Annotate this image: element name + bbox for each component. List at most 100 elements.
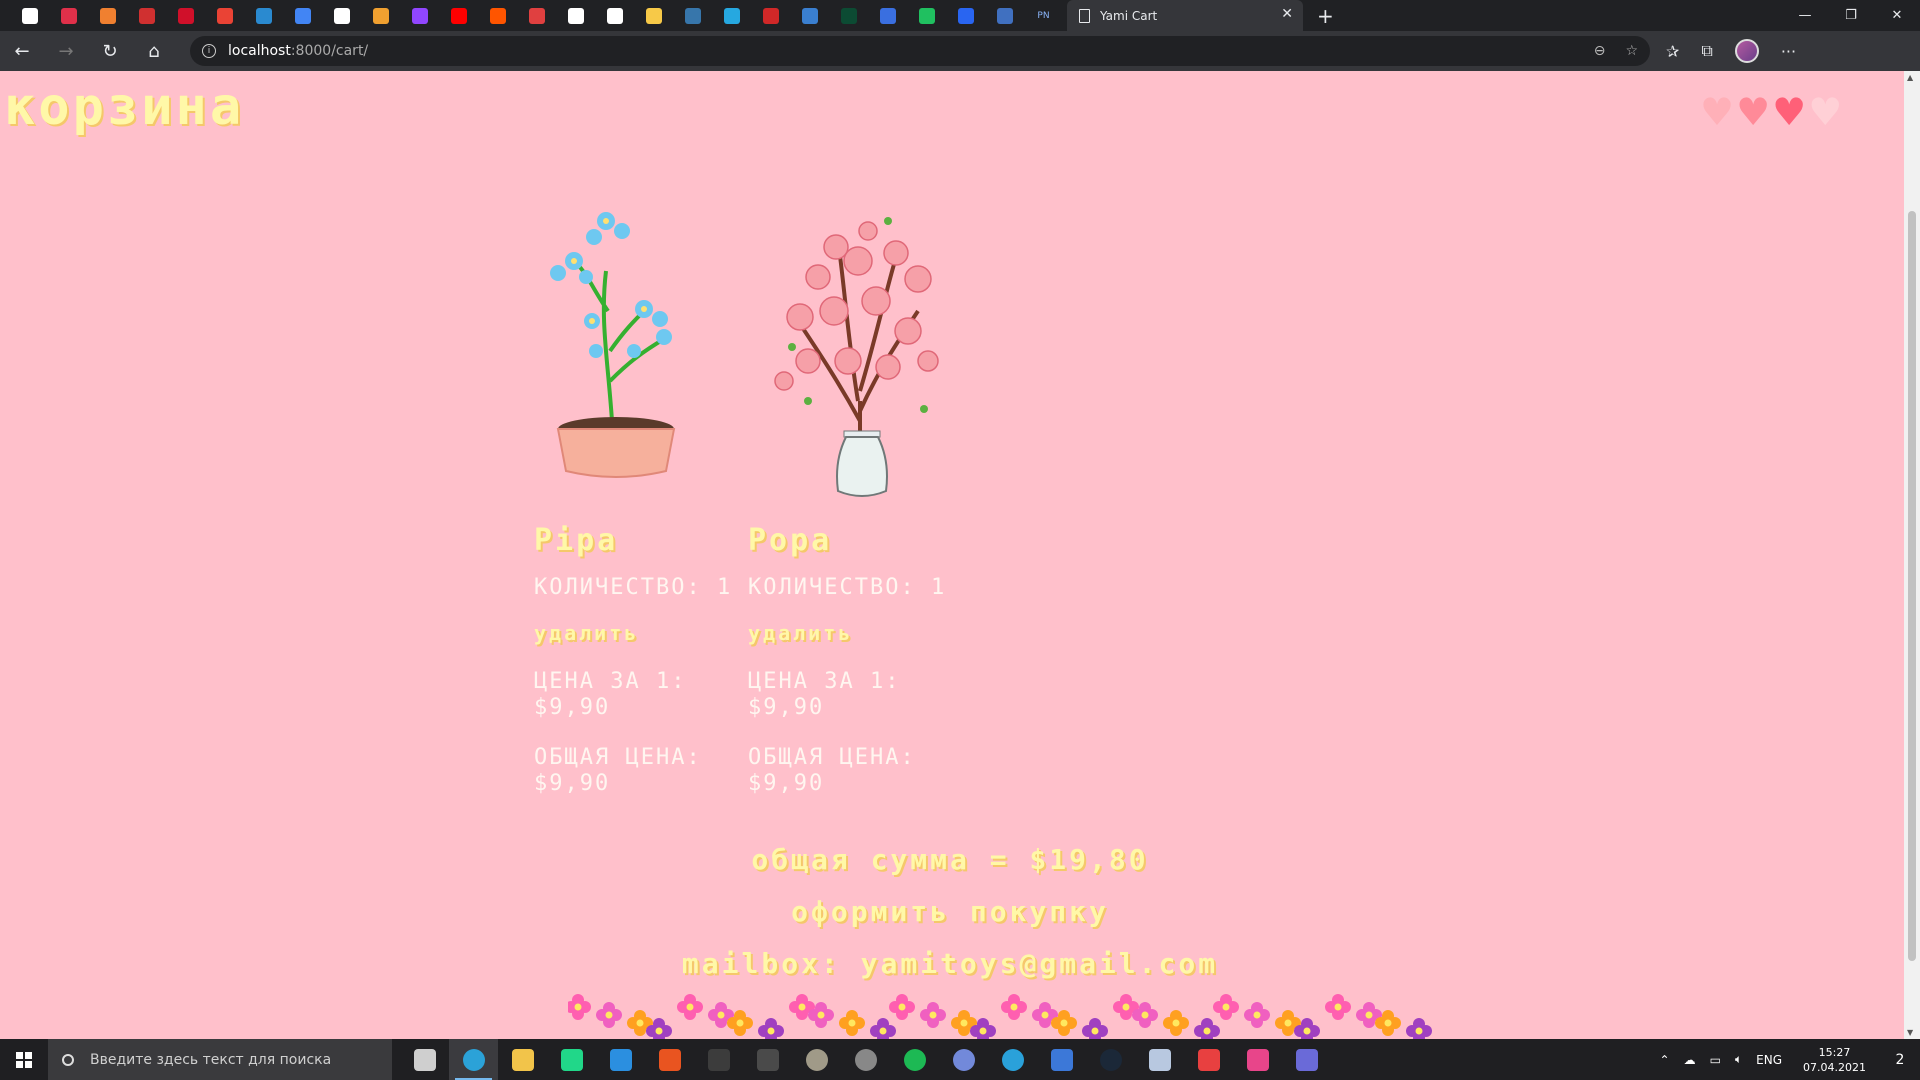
scrollbar-thumb[interactable] bbox=[1908, 211, 1916, 961]
taskbar-app-spotify[interactable] bbox=[890, 1039, 939, 1080]
page-scrollbar[interactable]: ▲ ▼ bbox=[1904, 71, 1920, 1039]
tab-icon-css[interactable] bbox=[946, 0, 985, 31]
taskbar-app-pycharm[interactable] bbox=[547, 1039, 596, 1080]
browser-toolbar: ← → ↻ ⌂ i localhost :8000/cart/ ⊖ ☆ ✰ ⧉ … bbox=[0, 31, 1920, 71]
minimize-button[interactable]: — bbox=[1782, 0, 1828, 31]
add-favorite-icon[interactable]: ☆ bbox=[1625, 43, 1638, 59]
favorites-icon[interactable]: ✰ bbox=[1666, 42, 1679, 61]
tab-icon-7[interactable] bbox=[244, 0, 283, 31]
address-bar[interactable]: i localhost :8000/cart/ ⊖ ☆ bbox=[190, 36, 1650, 66]
close-window-button[interactable]: ✕ bbox=[1874, 0, 1920, 31]
taskbar-app-hand-pointer[interactable] bbox=[1184, 1039, 1233, 1080]
chevron-up-icon[interactable]: ⌃ bbox=[1660, 1053, 1670, 1067]
tab-icon-19[interactable] bbox=[712, 0, 751, 31]
tab-yami-cart[interactable]: Yami Cart ✕ bbox=[1067, 0, 1303, 31]
tab-icon-youtube[interactable] bbox=[439, 0, 478, 31]
file-explorer-icon bbox=[511, 1048, 534, 1071]
onedrive-cloud-icon[interactable]: ☁ bbox=[1684, 1053, 1696, 1067]
tab-icon-5[interactable] bbox=[166, 0, 205, 31]
tab-icon-django[interactable] bbox=[829, 0, 868, 31]
taskbar-app-virtualbox[interactable] bbox=[1135, 1039, 1184, 1080]
language-indicator[interactable]: ENG bbox=[1756, 1053, 1782, 1067]
taskbar-search[interactable]: Введите здесь текст для поиска bbox=[48, 1039, 392, 1080]
taskbar-app-file-explorer[interactable] bbox=[498, 1039, 547, 1080]
home-button[interactable]: ⌂ bbox=[132, 31, 176, 71]
pixel-flower-icon bbox=[920, 1002, 946, 1028]
profile-avatar[interactable] bbox=[1734, 39, 1759, 63]
checkout-button[interactable]: оформить покупку bbox=[0, 895, 1900, 928]
collections-icon[interactable]: ⧉ bbox=[1701, 41, 1712, 61]
scroll-down-arrow-icon[interactable]: ▼ bbox=[1907, 1028, 1913, 1037]
tab-icon-3[interactable] bbox=[88, 0, 127, 31]
tab-icon-python-2[interactable] bbox=[673, 0, 712, 31]
scroll-up-arrow-icon[interactable]: ▲ bbox=[1907, 73, 1913, 82]
settings-menu-icon[interactable]: ··· bbox=[1781, 42, 1796, 61]
tab-icon-github[interactable] bbox=[322, 0, 361, 31]
tab-icon-1[interactable] bbox=[10, 0, 49, 31]
tab-icon-twitch[interactable] bbox=[400, 0, 439, 31]
pixel-flower-icon bbox=[758, 1018, 784, 1039]
unit-price-label: ЦЕНА ЗА 1: bbox=[534, 669, 687, 694]
tab-icon-24[interactable] bbox=[907, 0, 946, 31]
taskbar-app-ubuntu[interactable] bbox=[645, 1039, 694, 1080]
tab-icon-4[interactable] bbox=[127, 0, 166, 31]
tab-pn[interactable]: PN bbox=[1024, 0, 1063, 31]
forward-button[interactable]: → bbox=[44, 31, 88, 71]
tab-icon-5-icon bbox=[177, 7, 194, 24]
heart-icon: ♥ bbox=[1700, 90, 1735, 134]
visual-studio-installer-icon bbox=[1050, 1048, 1073, 1071]
pixel-flower-icon bbox=[1325, 994, 1351, 1020]
clock-date: 07.04.2021 bbox=[1803, 1060, 1866, 1074]
taskbar-app-vscode[interactable] bbox=[596, 1039, 645, 1080]
network-icon[interactable]: ▭ bbox=[1710, 1053, 1721, 1067]
close-tab-icon[interactable]: ✕ bbox=[1281, 6, 1293, 22]
tab-icon-20[interactable] bbox=[751, 0, 790, 31]
tab-icon-2[interactable] bbox=[49, 0, 88, 31]
unity-icon bbox=[854, 1048, 877, 1071]
new-tab-button[interactable]: + bbox=[1317, 4, 1334, 28]
tab-icon-15[interactable] bbox=[556, 0, 595, 31]
taskbar-app-calculator[interactable] bbox=[1282, 1039, 1331, 1080]
taskbar-app-gimp[interactable] bbox=[792, 1039, 841, 1080]
volume-icon[interactable]: 🔈︎ bbox=[1735, 1052, 1742, 1067]
taskbar-app-photo-app[interactable] bbox=[1233, 1039, 1282, 1080]
tab-icon-soundcloud[interactable] bbox=[478, 0, 517, 31]
back-button[interactable]: ← bbox=[0, 31, 44, 71]
windows-start-button[interactable] bbox=[0, 1039, 48, 1080]
taskbar-app-visual-studio-installer[interactable] bbox=[1037, 1039, 1086, 1080]
tab-icon-23-icon bbox=[879, 7, 896, 24]
site-info-icon[interactable]: i bbox=[202, 44, 216, 58]
tab-icon-gmail[interactable] bbox=[205, 0, 244, 31]
tab-icon-python-icon bbox=[645, 7, 662, 24]
remove-button[interactable]: удалить bbox=[748, 621, 853, 645]
tab-icon-github-icon bbox=[333, 7, 350, 24]
maximize-button[interactable]: ❐ bbox=[1828, 0, 1874, 31]
taskbar-app-terminal[interactable] bbox=[694, 1039, 743, 1080]
reload-button[interactable]: ↻ bbox=[88, 31, 132, 71]
tab-icon-26[interactable] bbox=[985, 0, 1024, 31]
tab-icon-16[interactable] bbox=[595, 0, 634, 31]
taskbar-app-powershell[interactable] bbox=[743, 1039, 792, 1080]
taskbar-app-discord[interactable] bbox=[939, 1039, 988, 1080]
window-controls: — ❐ ✕ bbox=[1782, 0, 1920, 31]
spotify-icon bbox=[903, 1048, 926, 1071]
tab-icon-23[interactable] bbox=[868, 0, 907, 31]
quantity-line: КОЛИЧЕСТВО: 1 bbox=[748, 575, 962, 601]
zoom-out-icon[interactable]: ⊖ bbox=[1594, 43, 1606, 59]
taskbar-app-task-view[interactable] bbox=[400, 1039, 449, 1080]
tab-icon-translate[interactable] bbox=[283, 0, 322, 31]
taskbar-app-unity[interactable] bbox=[841, 1039, 890, 1080]
tab-icon-1-icon bbox=[21, 7, 38, 24]
tab-icon-21[interactable] bbox=[790, 0, 829, 31]
taskbar-app-steam[interactable] bbox=[1086, 1039, 1135, 1080]
forget-me-not-plant-image bbox=[534, 161, 748, 511]
taskbar-app-telegram[interactable] bbox=[988, 1039, 1037, 1080]
remove-button[interactable]: удалить bbox=[534, 621, 639, 645]
sakura-vase-image bbox=[748, 161, 962, 511]
taskbar-app-edge[interactable] bbox=[449, 1039, 498, 1080]
notifications-icon[interactable]: 2 bbox=[1880, 1052, 1920, 1068]
tab-icon-14[interactable] bbox=[517, 0, 556, 31]
tab-icon-python[interactable] bbox=[634, 0, 673, 31]
tab-icon-10[interactable] bbox=[361, 0, 400, 31]
clock[interactable]: 15:27 07.04.2021 bbox=[1803, 1045, 1866, 1075]
